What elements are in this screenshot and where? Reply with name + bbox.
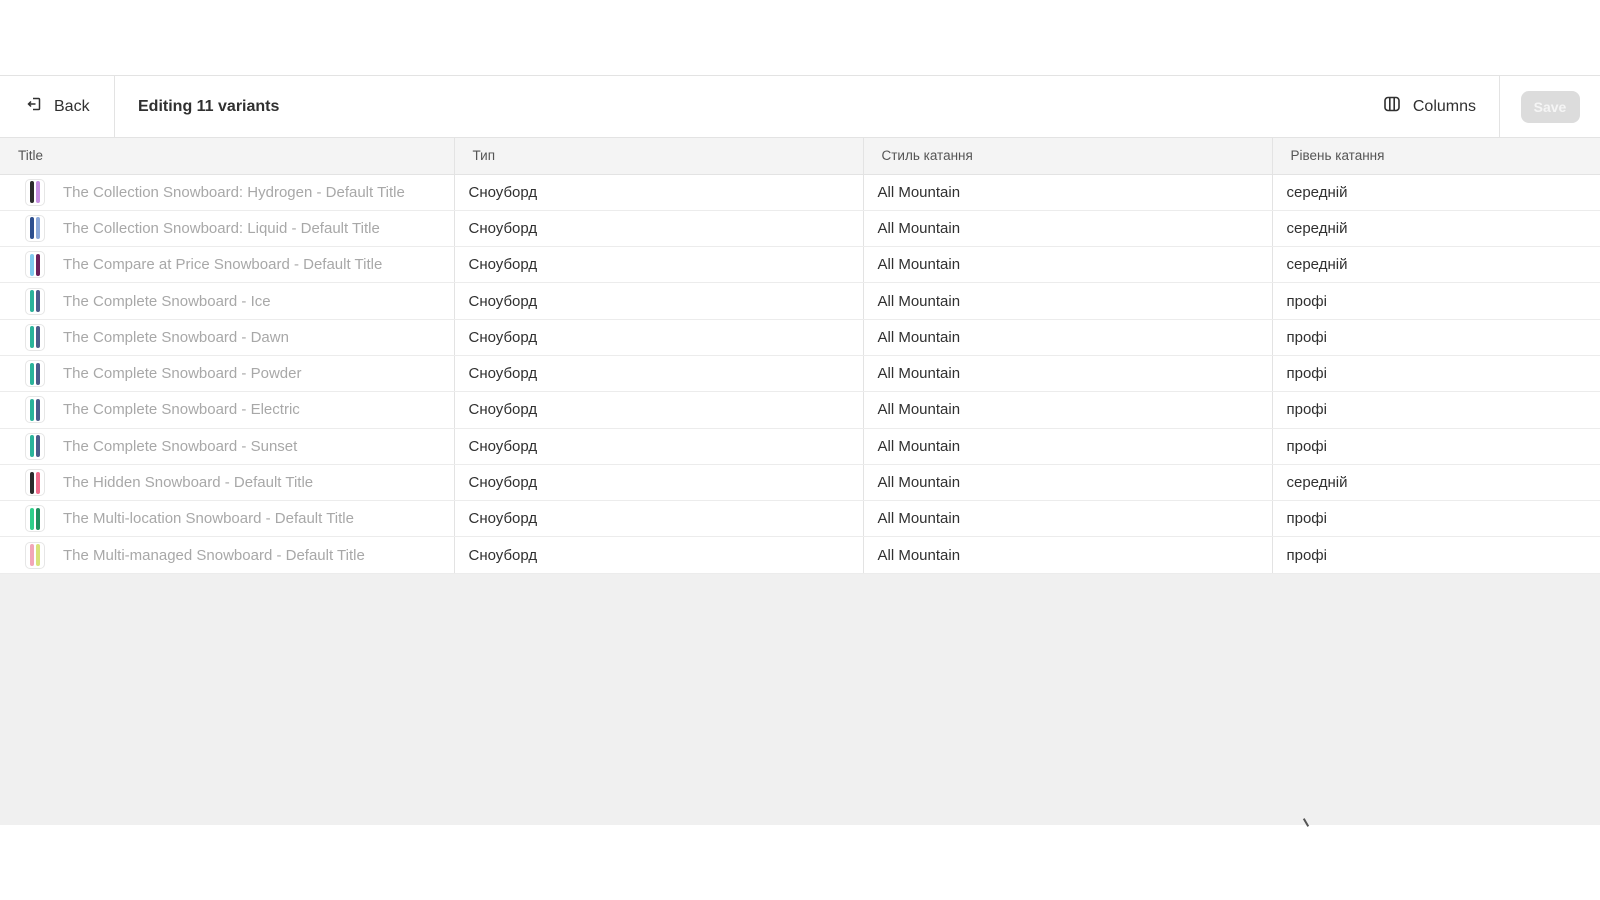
variant-title: The Multi-location Snowboard - Default T… bbox=[63, 510, 354, 528]
cell-title[interactable]: The Complete Snowboard - Sunset bbox=[0, 428, 455, 465]
table-row: The Multi-location Snowboard - Default T… bbox=[0, 500, 1600, 538]
table-row: The Complete Snowboard - Sunset Сноуборд A… bbox=[0, 428, 1600, 465]
table-row: The Collection Snowboard: Hydrogen - Def… bbox=[0, 174, 1600, 211]
cell-type[interactable]: Сноуборд bbox=[454, 246, 864, 284]
cell-riding-style[interactable]: All Mountain bbox=[863, 174, 1273, 211]
variant-title: The Hidden Snowboard - Default Title bbox=[63, 474, 314, 492]
cell-type[interactable]: Сноуборд bbox=[454, 536, 864, 574]
snowboard-thumbnail-icon bbox=[25, 178, 45, 206]
cell-riding-style[interactable]: All Mountain bbox=[863, 319, 1273, 356]
snowboard-thumbnail-icon bbox=[25, 323, 45, 351]
save-button[interactable]: Save bbox=[1520, 90, 1580, 123]
variant-title: The Collection Snowboard: Hydrogen - Def… bbox=[63, 183, 405, 201]
table-row: The Complete Snowboard - Dawn Сноуборд All… bbox=[0, 319, 1600, 356]
cell-riding-level[interactable]: профі bbox=[1272, 500, 1600, 538]
cell-type[interactable]: Сноуборд bbox=[454, 428, 864, 465]
table-row: The Compare at Price Snowboard - Default… bbox=[0, 246, 1600, 284]
cell-riding-level[interactable]: профі bbox=[1272, 282, 1600, 320]
cell-riding-level[interactable]: профі bbox=[1272, 536, 1600, 574]
column-header-title[interactable]: Title bbox=[0, 138, 455, 175]
table-row: The Complete Snowboard - Electric Сноубор… bbox=[0, 391, 1600, 429]
variant-title: The Multi-managed Snowboard - Default Ti… bbox=[63, 546, 365, 564]
cell-riding-style[interactable]: All Mountain bbox=[863, 428, 1273, 465]
column-header-riding-style[interactable]: Стиль катання bbox=[863, 138, 1273, 175]
page-title: Editing 11 variants bbox=[138, 97, 280, 115]
variant-title: The Complete Snowboard - Powder bbox=[63, 365, 302, 383]
variants-table: Title Тип Стиль катання Рівень катання T… bbox=[0, 138, 1600, 574]
variant-title: The Complete Snowboard - Electric bbox=[63, 401, 300, 419]
cell-type[interactable]: Сноуборд bbox=[454, 319, 864, 356]
cell-riding-level[interactable]: середній bbox=[1272, 174, 1600, 211]
cell-type[interactable]: Сноуборд bbox=[454, 464, 864, 502]
snowboard-thumbnail-icon bbox=[25, 214, 45, 242]
cell-type[interactable]: Сноуборд bbox=[454, 282, 864, 320]
cell-riding-style[interactable]: All Mountain bbox=[863, 536, 1273, 574]
snowboard-thumbnail-icon bbox=[25, 505, 45, 533]
variant-title: The Complete Snowboard - Dawn bbox=[63, 328, 289, 346]
cell-title[interactable]: The Complete Snowboard - Powder bbox=[0, 355, 455, 393]
snowboard-thumbnail-icon bbox=[25, 396, 45, 424]
snowboard-thumbnail-icon bbox=[25, 541, 45, 569]
variant-title: The Complete Snowboard - Sunset bbox=[63, 437, 298, 455]
cell-type[interactable]: Сноуборд bbox=[454, 355, 864, 393]
cell-type[interactable]: Сноуборд bbox=[454, 391, 864, 429]
snowboard-thumbnail-icon bbox=[25, 469, 45, 497]
back-button[interactable]: Back bbox=[0, 76, 115, 137]
column-header-riding-level[interactable]: Рівень катання bbox=[1272, 138, 1600, 175]
cell-riding-level[interactable]: середній bbox=[1272, 246, 1600, 284]
cell-type[interactable]: Сноуборд bbox=[454, 210, 864, 248]
cell-riding-level[interactable]: профі bbox=[1272, 355, 1600, 393]
bottom-blank-area bbox=[0, 825, 1600, 900]
variant-title: The Collection Snowboard: Liquid - Defau… bbox=[63, 219, 380, 237]
exit-icon bbox=[26, 96, 42, 117]
variant-title: The Compare at Price Snowboard - Default… bbox=[63, 256, 383, 274]
variant-title: The Complete Snowboard - Ice bbox=[63, 292, 271, 310]
cell-title[interactable]: The Hidden Snowboard - Default Title bbox=[0, 464, 455, 502]
table-row: The Collection Snowboard: Liquid - Defau… bbox=[0, 210, 1600, 248]
columns-icon bbox=[1383, 95, 1401, 118]
cell-title[interactable]: The Multi-managed Snowboard - Default Ti… bbox=[0, 536, 455, 574]
spreadsheet-area: Title Тип Стиль катання Рівень катання T… bbox=[0, 138, 1600, 825]
cell-riding-style[interactable]: All Mountain bbox=[863, 210, 1273, 248]
table-row: The Hidden Snowboard - Default Title Сноу… bbox=[0, 464, 1600, 502]
columns-label: Columns bbox=[1412, 97, 1476, 115]
table-row: The Multi-managed Snowboard - Default Ti… bbox=[0, 536, 1600, 574]
cell-title[interactable]: The Compare at Price Snowboard - Default… bbox=[0, 246, 455, 284]
bulk-editor-toolbar: Back Editing 11 variants Columns Save bbox=[0, 75, 1600, 138]
snowboard-thumbnail-icon bbox=[25, 360, 45, 388]
cell-title[interactable]: The Complete Snowboard - Ice bbox=[0, 282, 455, 320]
cell-riding-style[interactable]: All Mountain bbox=[863, 355, 1273, 393]
cell-riding-level[interactable]: профі bbox=[1272, 319, 1600, 356]
snowboard-thumbnail-icon bbox=[25, 432, 45, 460]
cell-title[interactable]: The Collection Snowboard: Hydrogen - Def… bbox=[0, 174, 455, 211]
snowboard-thumbnail-icon bbox=[25, 251, 45, 279]
cell-title[interactable]: The Complete Snowboard - Electric bbox=[0, 391, 455, 429]
cell-riding-level[interactable]: профі bbox=[1272, 428, 1600, 465]
table-row: The Complete Snowboard - Ice Сноуборд All … bbox=[0, 282, 1600, 320]
save-container: Save bbox=[1499, 76, 1600, 137]
cell-type[interactable]: Сноуборд bbox=[454, 500, 864, 538]
cell-riding-level[interactable]: середній bbox=[1272, 464, 1600, 502]
cell-riding-style[interactable]: All Mountain bbox=[863, 464, 1273, 502]
cell-type[interactable]: Сноуборд bbox=[454, 174, 864, 211]
cell-riding-style[interactable]: All Mountain bbox=[863, 500, 1273, 538]
cell-title[interactable]: The Multi-location Snowboard - Default T… bbox=[0, 500, 455, 538]
column-header-type[interactable]: Тип bbox=[454, 138, 864, 175]
table-row: The Complete Snowboard - Powder Сноуборд A… bbox=[0, 355, 1600, 393]
cell-riding-level[interactable]: профі bbox=[1272, 391, 1600, 429]
snowboard-thumbnail-icon bbox=[25, 287, 45, 315]
cell-title[interactable]: The Complete Snowboard - Dawn bbox=[0, 319, 455, 356]
cell-riding-level[interactable]: середній bbox=[1272, 210, 1600, 248]
cell-riding-style[interactable]: All Mountain bbox=[863, 391, 1273, 429]
cell-title[interactable]: The Collection Snowboard: Liquid - Defau… bbox=[0, 210, 455, 248]
back-label: Back bbox=[54, 97, 90, 115]
top-blank-area bbox=[0, 0, 1600, 75]
cell-riding-style[interactable]: All Mountain bbox=[863, 246, 1273, 284]
header-row: Title Тип Стиль катання Рівень катання bbox=[0, 138, 1600, 175]
cell-riding-style[interactable]: All Mountain bbox=[863, 282, 1273, 320]
columns-button[interactable]: Columns bbox=[1383, 76, 1499, 137]
